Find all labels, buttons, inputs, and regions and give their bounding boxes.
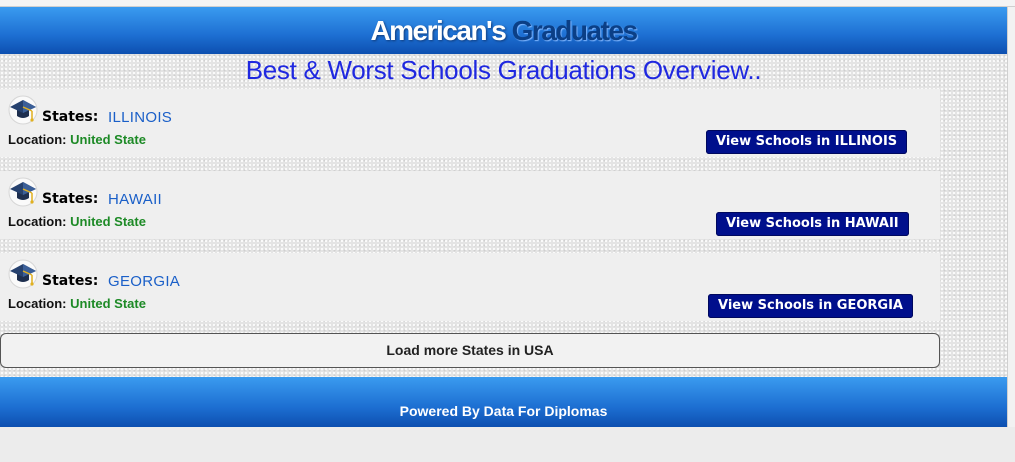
- state-label: States:: [42, 191, 99, 207]
- brand-logo[interactable]: American's Graduates: [370, 15, 639, 47]
- state-name[interactable]: GEORGIA: [108, 273, 180, 290]
- location-value: United State: [70, 132, 146, 147]
- location-line: Location: United State: [8, 132, 146, 147]
- page: American's Graduates Best & Worst School…: [0, 7, 1007, 427]
- view-schools-georgia-button[interactable]: View Schools in GEORGIA: [708, 294, 913, 318]
- graduation-cap-icon: [8, 259, 38, 289]
- site-footer: Powered By Data For Diplomas: [0, 377, 1007, 427]
- location-line: Location: United State: [8, 214, 146, 229]
- view-schools-illinois-button[interactable]: View Schools in ILLINOIS: [706, 130, 908, 154]
- location-value: United State: [70, 214, 146, 229]
- state-name[interactable]: ILLINOIS: [108, 109, 172, 126]
- state-row: States: ILLINOIS Location: United State …: [0, 89, 940, 157]
- location-line: Location: United State: [8, 296, 146, 311]
- load-more-button[interactable]: Load more States in USA: [0, 333, 940, 368]
- brand-word-1: American's: [370, 15, 506, 46]
- page-bottom-area: [0, 427, 1015, 462]
- browser-top-edge: [0, 0, 1015, 7]
- state-row: States: GEORGIA Location: United State V…: [0, 253, 940, 321]
- state-label: States:: [42, 273, 99, 289]
- state-row: States: HAWAII Location: United State Vi…: [0, 171, 940, 239]
- graduation-cap-icon: [8, 95, 38, 125]
- graduation-cap-icon: [8, 177, 38, 207]
- page-subtitle: Best & Worst Schools Graduations Overvie…: [245, 55, 762, 85]
- site-header: American's Graduates: [0, 7, 1007, 54]
- footer-credit: Powered By Data For Diplomas: [399, 403, 608, 419]
- state-label: States:: [42, 109, 99, 125]
- location-label: Location:: [8, 214, 67, 229]
- state-name[interactable]: HAWAII: [108, 191, 162, 208]
- location-label: Location:: [8, 132, 67, 147]
- location-label: Location:: [8, 296, 67, 311]
- view-schools-hawaii-button[interactable]: View Schools in HAWAII: [716, 212, 909, 236]
- brand-word-2: Graduates: [511, 15, 639, 46]
- location-value: United State: [70, 296, 146, 311]
- scrollbar-track[interactable]: [1007, 7, 1015, 427]
- state-list: States: ILLINOIS Location: United State …: [0, 89, 940, 335]
